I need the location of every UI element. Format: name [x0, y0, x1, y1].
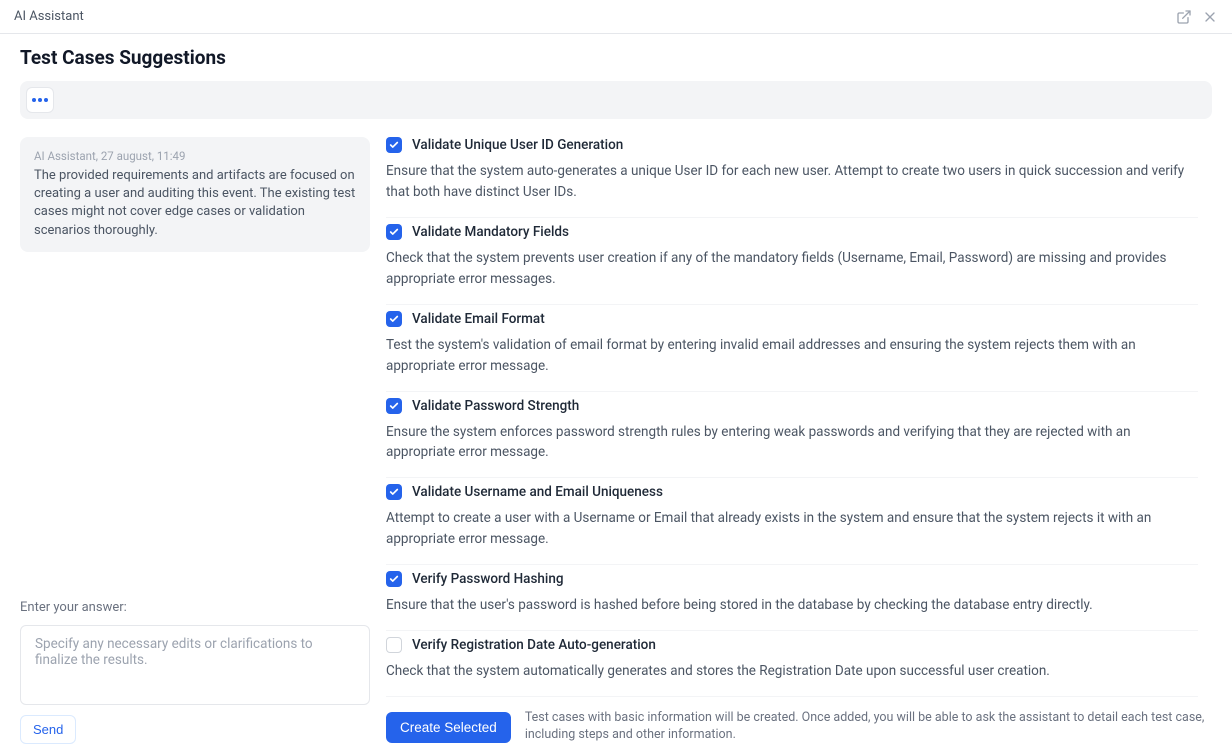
suggestions-footer: Create Selected Test cases with basic in…	[386, 700, 1212, 744]
suggestion-description: Check that the system prevents user crea…	[386, 248, 1198, 290]
suggestion-title: Validate Mandatory Fields	[412, 224, 569, 240]
suggestion-header: Verify Password Hashing	[386, 571, 1198, 587]
suggestion-checkbox[interactable]	[386, 137, 402, 153]
popout-icon[interactable]	[1176, 9, 1192, 25]
suggestion-item: Validate Mandatory Fields Check that the …	[386, 217, 1198, 304]
answer-input[interactable]	[20, 625, 370, 705]
create-selected-button[interactable]: Create Selected	[386, 712, 511, 743]
page-title: Test Cases Suggestions	[20, 46, 1212, 69]
suggestion-checkbox[interactable]	[386, 637, 402, 653]
footer-help-text: Test cases with basic information will b…	[525, 710, 1212, 744]
suggestion-header: Validate Email Format	[386, 311, 1198, 327]
send-button[interactable]: Send	[20, 715, 76, 744]
suggestion-title: Validate Username and Email Uniqueness	[412, 484, 663, 500]
suggestions-column: Validate Unique User ID Generation Ensure…	[386, 137, 1212, 744]
suggestion-checkbox[interactable]	[386, 398, 402, 414]
suggestion-header: Validate Unique User ID Generation	[386, 137, 1198, 153]
suggestion-item: Validate Password Strength Ensure the sys…	[386, 391, 1198, 478]
suggestion-item: Validate Email Format Test the system's v…	[386, 304, 1198, 391]
chat-spacer	[20, 252, 370, 600]
ai-assistant-window: AI Assistant Test Cases Suggestions	[0, 0, 1232, 752]
suggestions-list[interactable]: Validate Unique User ID Generation Ensure…	[386, 137, 1212, 700]
suggestion-description: Attempt to create a user with a Username…	[386, 508, 1198, 550]
suggestion-description: Ensure that the user's password is hashe…	[386, 595, 1198, 616]
suggestion-header: Validate Mandatory Fields	[386, 224, 1198, 240]
more-options-button[interactable]	[26, 87, 54, 113]
chat-column: AI Assistant, 27 august, 11:49 The provi…	[20, 137, 370, 744]
suggestion-header: Validate Password Strength	[386, 398, 1198, 414]
titlebar: AI Assistant	[0, 0, 1232, 34]
suggestion-title: Verify Registration Date Auto-generation	[412, 637, 656, 653]
suggestion-title: Verify Password Hashing	[412, 571, 564, 587]
assistant-message-body: The provided requirements and artifacts …	[34, 167, 356, 240]
more-horizontal-icon	[31, 97, 49, 103]
suggestion-description: Ensure that the system auto-generates a …	[386, 161, 1198, 203]
titlebar-actions	[1176, 9, 1218, 25]
close-icon[interactable]	[1202, 9, 1218, 25]
suggestion-header: Verify Registration Date Auto-generation	[386, 637, 1198, 653]
suggestion-description: Test the system's validation of email fo…	[386, 335, 1198, 377]
assistant-message-meta: AI Assistant, 27 august, 11:49	[34, 149, 356, 163]
main-row: AI Assistant, 27 august, 11:49 The provi…	[20, 137, 1212, 744]
suggestion-checkbox[interactable]	[386, 484, 402, 500]
assistant-message-card: AI Assistant, 27 august, 11:49 The provi…	[20, 137, 370, 252]
suggestion-description: Check that the system automatically gene…	[386, 661, 1198, 682]
suggestion-checkbox[interactable]	[386, 571, 402, 587]
suggestion-title: Validate Password Strength	[412, 398, 579, 414]
suggestion-item: Validate Unique User ID Generation Ensure…	[386, 137, 1198, 217]
suggestion-header: Validate Username and Email Uniqueness	[386, 484, 1198, 500]
suggestion-item: Verify Registration Date Auto-generation…	[386, 630, 1198, 696]
suggestion-checkbox[interactable]	[386, 311, 402, 327]
suggestion-title: Validate Unique User ID Generation	[412, 137, 623, 153]
suggestion-description: Ensure the system enforces password stre…	[386, 422, 1198, 464]
titlebar-title: AI Assistant	[14, 9, 84, 24]
answer-label: Enter your answer:	[20, 600, 370, 615]
toolbar	[20, 81, 1212, 119]
content: Test Cases Suggestions AI Assistant, 27 …	[0, 34, 1232, 752]
suggestion-item: Validate Username and Email Uniqueness At…	[386, 477, 1198, 564]
suggestion-checkbox[interactable]	[386, 224, 402, 240]
suggestion-item: Verify Password Hashing Ensure that the u…	[386, 564, 1198, 630]
suggestion-title: Validate Email Format	[412, 311, 545, 327]
